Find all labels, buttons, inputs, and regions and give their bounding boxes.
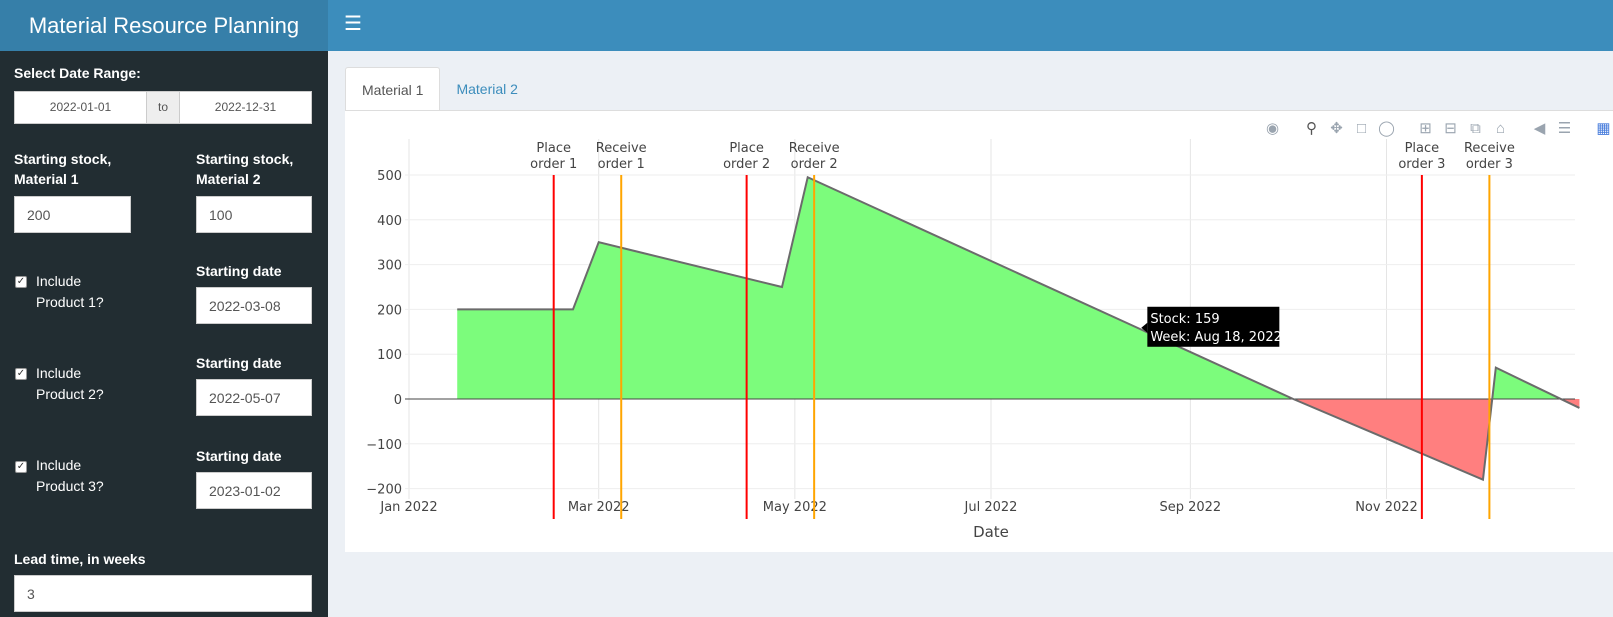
annotation-label: order 3 [1398, 157, 1445, 172]
main-content: Material 1 Material 2 ◉ ⚲ ✥ □ ◯ ⊞ ⊟ ⧉ ⌂ … [328, 51, 1613, 617]
product2-date-input[interactable]: 2022-05-07 [196, 379, 312, 416]
stock2-label: Starting stock, Material 2 [196, 151, 294, 187]
app-title: Material Resource Planning [0, 0, 328, 51]
y-tick-label: 100 [377, 348, 402, 363]
date-start-input[interactable]: 2022-01-01 [15, 92, 146, 123]
stock1-input[interactable]: 200 [14, 196, 131, 233]
product2-checkbox[interactable]: ✓ [15, 368, 27, 380]
product1-label: Include Product 1? [36, 273, 104, 310]
zoom-out-icon[interactable]: ⊟ [1441, 119, 1460, 138]
chart-panel: ◉ ⚲ ✥ □ ◯ ⊞ ⊟ ⧉ ⌂ ◀ ☰ ▦ Jan 2022 Mar 2022… [345, 110, 1613, 552]
tooltip-stock-text: Stock: 159 [1150, 312, 1219, 327]
annotation-label: Place [1405, 141, 1440, 156]
tab-material-1[interactable]: Material 1 [345, 67, 441, 111]
annotation-label: Receive [1464, 141, 1515, 156]
product3-checkbox[interactable]: ✓ [15, 461, 27, 473]
zoom-in-icon[interactable]: ⊞ [1416, 119, 1435, 138]
tooltip-week-text: Week: Aug 18, 2022 [1150, 330, 1282, 345]
product1-date-label: Starting date [196, 263, 282, 279]
x-tick-label: Nov 2022 [1355, 500, 1418, 515]
annotation-label: order 3 [1466, 157, 1513, 172]
stock1-label: Starting stock, Material 1 [14, 151, 112, 187]
y-tick-label: 200 [377, 303, 402, 318]
y-tick-label: 300 [377, 259, 402, 274]
x-axis-title: Date [973, 523, 1009, 541]
date-range-input[interactable]: 2022-01-01 to 2022-12-31 [14, 91, 312, 124]
lasso-icon[interactable]: ◯ [1377, 119, 1396, 138]
date-range-label: Select Date Range: [14, 65, 141, 81]
tab-bar: Material 1 Material 2 [345, 67, 534, 111]
product3-label: Include Product 3? [36, 457, 104, 494]
x-tick-label: Jan 2022 [379, 500, 437, 515]
annotation-label: order 2 [723, 157, 770, 172]
pan-icon[interactable]: ✥ [1327, 119, 1346, 138]
spike-icon[interactable]: ◀ [1530, 119, 1549, 138]
x-tick-label: Sep 2022 [1159, 500, 1221, 515]
sidebar: Select Date Range: 2022-01-01 to 2022-12… [0, 51, 328, 617]
camera-icon[interactable]: ◉ [1263, 119, 1282, 138]
annotation-label: Place [729, 141, 764, 156]
hamburger-icon[interactable]: ☰ [344, 14, 364, 34]
lead-time-label: Lead time, in weeks [14, 551, 146, 567]
product2-date-label: Starting date [196, 355, 282, 371]
annotation-label: Receive [596, 141, 647, 156]
product2-label: Include Product 2? [36, 365, 104, 402]
annotation-label: Place [536, 141, 571, 156]
chart-modebar: ◉ ⚲ ✥ □ ◯ ⊞ ⊟ ⧉ ⌂ ◀ ☰ ▦ [1263, 119, 1613, 138]
y-tick-label: 500 [377, 169, 402, 184]
annotation-label: order 1 [530, 157, 577, 172]
product1-checkbox[interactable]: ✓ [15, 276, 27, 288]
zoom-icon[interactable]: ⚲ [1302, 119, 1321, 138]
y-tick-label: 0 [394, 393, 402, 408]
autoscale-icon[interactable]: ⧉ [1466, 119, 1485, 138]
annotation-label: order 2 [791, 157, 838, 172]
product3-date-label: Starting date [196, 448, 282, 464]
plotly-logo-icon[interactable]: ▦ [1594, 119, 1613, 138]
stock2-input[interactable]: 100 [196, 196, 312, 233]
date-end-input[interactable]: 2022-12-31 [180, 92, 311, 123]
hover-compare-icon[interactable]: ☰ [1555, 119, 1574, 138]
product3-date-input[interactable]: 2023-01-02 [196, 472, 312, 509]
lead-time-input[interactable]: 3 [14, 575, 312, 612]
positive-stock-area [457, 177, 1294, 399]
y-tick-label: −200 [366, 483, 402, 498]
x-tick-label: Jul 2022 [964, 500, 1018, 515]
product1-date-input[interactable]: 2022-03-08 [196, 287, 312, 324]
y-tick-label: 400 [377, 214, 402, 229]
x-tick-label: May 2022 [763, 500, 827, 515]
annotation-label: Receive [789, 141, 840, 156]
annotation-label: order 1 [598, 157, 645, 172]
y-tick-label: −100 [366, 438, 402, 453]
tab-material-2[interactable]: Material 2 [440, 67, 533, 111]
box-select-icon[interactable]: □ [1352, 119, 1371, 138]
top-navbar: ☰ [328, 0, 1613, 51]
date-range-separator: to [146, 92, 180, 123]
stock-chart[interactable]: Jan 2022 Mar 2022 May 2022 Jul 2022 Sep 2022… [345, 111, 1613, 553]
home-icon[interactable]: ⌂ [1491, 119, 1510, 138]
